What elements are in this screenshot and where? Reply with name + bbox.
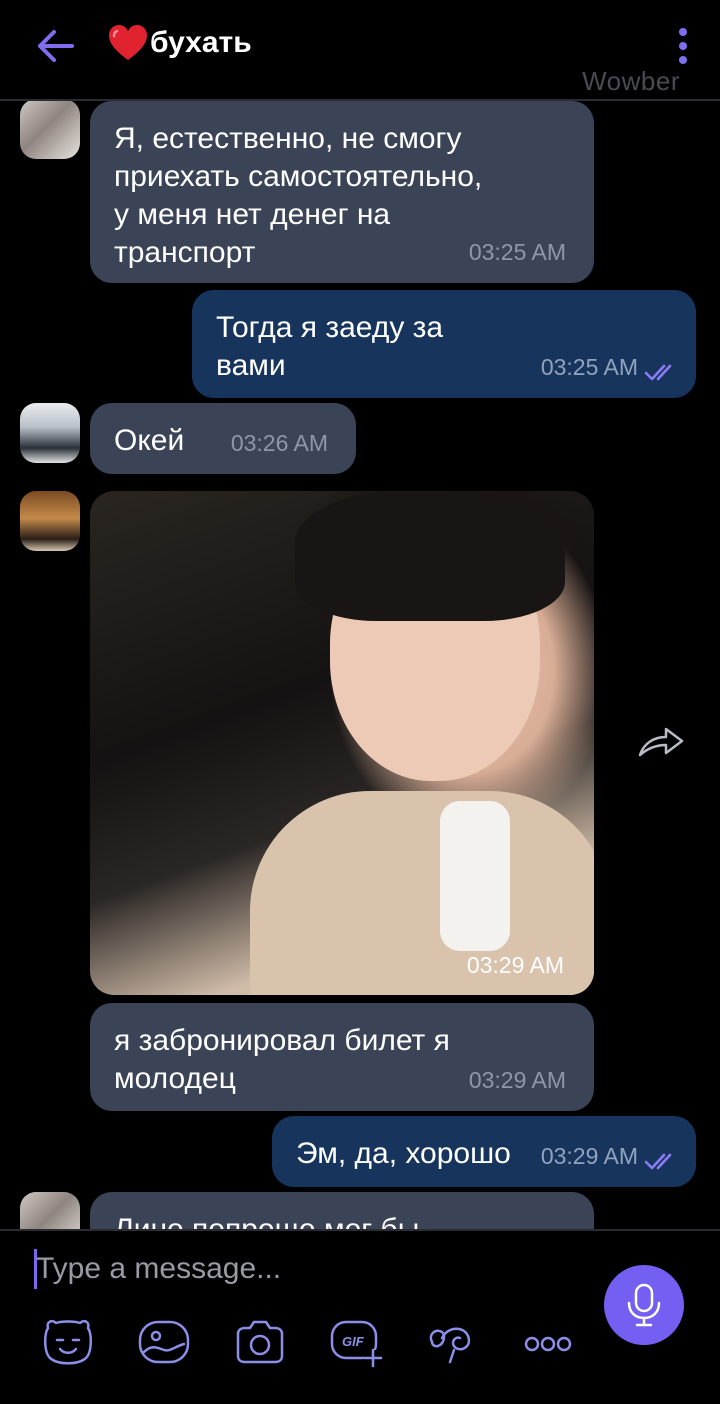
chat-title: бухать	[150, 26, 252, 59]
heart-icon	[109, 25, 147, 60]
read-receipt-icon	[644, 1153, 672, 1170]
avatar[interactable]	[20, 491, 80, 551]
microphone-icon	[627, 1283, 661, 1327]
message-time: 03:29 AM	[466, 952, 564, 978]
avatar[interactable]	[20, 403, 80, 463]
photo-content	[440, 801, 510, 951]
gallery-icon[interactable]	[136, 1316, 192, 1368]
camera-icon[interactable]	[232, 1316, 288, 1368]
photo-content	[295, 491, 565, 621]
chat-header: бухать Wowber	[0, 0, 720, 101]
gif-icon[interactable]: GIF	[328, 1316, 384, 1368]
svg-text:GIF: GIF	[342, 1334, 365, 1349]
more-icon[interactable]	[520, 1316, 576, 1368]
incoming-message[interactable]: Лино попроще мог бы	[90, 1192, 594, 1229]
more-vertical-icon[interactable]	[676, 26, 690, 66]
back-arrow-icon[interactable]	[32, 26, 76, 66]
message-time: 03:29 AM	[540, 1143, 638, 1169]
message-text: Лино попроще мог бы	[114, 1211, 570, 1229]
avatar[interactable]	[20, 101, 80, 159]
message-time: 03:29 AM	[468, 1067, 566, 1093]
avatar[interactable]	[20, 1192, 80, 1229]
voice-message-button[interactable]	[604, 1265, 684, 1345]
outgoing-message[interactable]: Тогда я заеду за вами 03:25 AM	[192, 290, 696, 398]
message-time: 03:25 AM	[540, 354, 638, 380]
watermark: Wowber	[582, 66, 680, 96]
message-time: 03:26 AM	[230, 430, 328, 456]
incoming-message[interactable]: Я, естественно, не смогу приехать самост…	[90, 101, 594, 283]
forward-icon[interactable]	[636, 721, 686, 761]
chat-title-group[interactable]: бухать	[108, 24, 252, 62]
incoming-message[interactable]: Окей 03:26 AM	[90, 403, 356, 474]
message-list[interactable]: Я, естественно, не смогу приехать самост…	[0, 101, 720, 1229]
incoming-message[interactable]: я забронировал билет я молодец 03:29 AM	[90, 1003, 594, 1111]
message-time: 03:25 AM	[468, 239, 566, 265]
outgoing-message[interactable]: Эм, да, хорошо 03:29 AM	[272, 1116, 696, 1187]
doodle-icon[interactable]	[424, 1316, 480, 1368]
message-input[interactable]	[36, 1247, 576, 1291]
composer: GIF	[0, 1231, 720, 1404]
sticker-icon[interactable]	[40, 1316, 96, 1368]
read-receipt-icon	[644, 364, 672, 381]
photo-message[interactable]: 03:29 AM	[90, 491, 594, 995]
